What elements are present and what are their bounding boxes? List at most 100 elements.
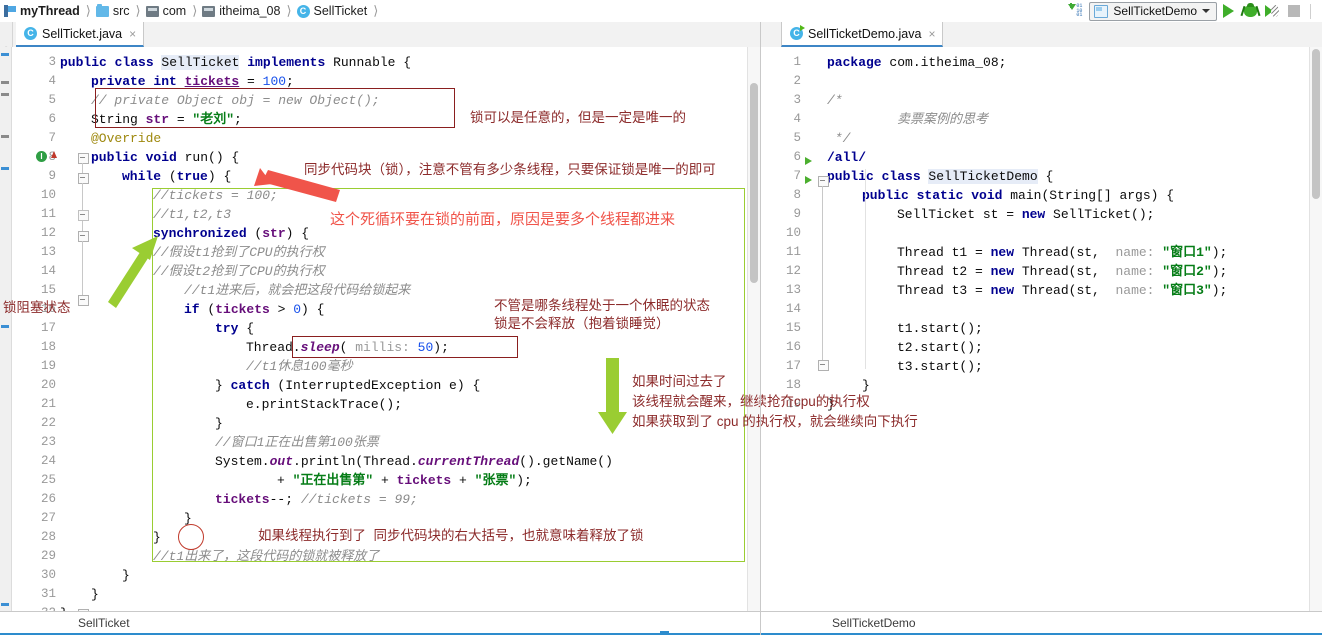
code-line[interactable]: /* [827,91,843,110]
breadcrumb-item-module[interactable]: myThread [4,0,80,22]
editor-split-divider[interactable] [760,22,761,635]
fold-marker[interactable] [78,231,89,242]
java-class-icon: C [24,27,37,40]
code-line[interactable]: public class SellTicketDemo { [827,167,1053,186]
run-class-gutter-icon[interactable] [805,157,812,165]
breadcrumb-item-sellticket[interactable]: C SellTicket [297,0,368,22]
line-number: 1 [793,53,801,72]
marker-strip-left[interactable] [0,47,12,612]
chevron-down-icon[interactable] [1202,9,1210,13]
code-line[interactable]: public void run() { [91,148,239,167]
code-token: new [991,245,1022,260]
run-configuration-selector[interactable]: SellTicketDemo [1089,2,1217,21]
code-token: Thread(st, [1022,283,1108,298]
code-token: implements [247,55,325,70]
stop-icon [1288,5,1300,17]
tab-label: SellTicketDemo.java [808,27,921,41]
code-line[interactable]: t1.start(); [897,319,983,338]
line-number: 31 [41,585,56,604]
line-number: 3 [48,53,56,72]
stop-button[interactable] [1283,0,1305,22]
code-line[interactable]: SellTicket st = new SellTicket(); [897,205,1154,224]
code-line[interactable]: t2.start(); [897,338,983,357]
code-line[interactable]: 卖票案例的思考 [897,110,988,129]
line-number: 11 [41,205,56,224]
code-line[interactable]: package com.itheima_08; [827,53,1006,72]
line-number: 5 [793,129,801,148]
breadcrumb-item-com[interactable]: com [146,0,187,22]
annotation-box-lock-object [95,88,455,128]
scrollbar-thumb[interactable] [1312,49,1320,199]
fold-marker[interactable] [78,295,89,306]
scrollbar-right[interactable] [1309,47,1322,612]
line-number: 24 [41,452,56,471]
code-line[interactable]: public static void main(String[] args) { [862,186,1174,205]
line-number: 20 [41,376,56,395]
code-token: private int [91,74,185,89]
fold-marker[interactable] [818,360,829,371]
tab-sellticketdemo-java[interactable]: C SellTicketDemo.java × [781,22,943,47]
breadcrumb-label: com [163,4,187,18]
code-line[interactable]: @Override [91,129,161,148]
line-number: 23 [41,433,56,452]
code-token: while [122,169,169,184]
fold-marker[interactable] [78,173,89,184]
download-icon[interactable]: 011001 [1067,3,1083,19]
code-token: ); [1212,264,1228,279]
run-with-coverage-button[interactable] [1261,0,1283,22]
fold-marker[interactable] [818,176,829,187]
line-number: 15 [786,319,801,338]
code-line[interactable]: /all/ [827,148,866,167]
code-token: SellTicket(); [1053,207,1154,222]
code-line[interactable]: public class SellTicket implements Runna… [60,53,411,72]
scrollbar-left[interactable] [747,47,760,612]
run-button[interactable] [1217,0,1239,22]
line-number: 17 [41,319,56,338]
annotation-sleeping-thread-note: 不管是哪条线程处于一个休眠的状态 [494,294,710,314]
code-token: public void [91,150,185,165]
close-icon[interactable]: × [928,27,935,41]
tab-sellticket-java[interactable]: C SellTicket.java × [16,22,144,47]
bug-icon [1244,5,1257,17]
code-line[interactable]: } [91,585,99,604]
code-token: = [239,74,262,89]
package-icon [202,6,215,17]
code-line[interactable]: Thread t2 = new Thread(st, name: "窗口2"); [897,262,1227,281]
close-icon[interactable]: × [129,27,136,41]
gutter-left[interactable]: 3456789101112131415161718192021222324252… [12,47,56,612]
code-token: package [827,55,889,70]
code-line[interactable]: Thread t1 = new Thread(st, name: "窗口1"); [897,243,1227,262]
annotation-lock-not-released-note: 锁是不会释放（抱着锁睡觉） [494,312,670,332]
code-token: public static void [862,188,1010,203]
debug-button[interactable] [1239,0,1261,22]
breadcrumb-label: SellTicket [314,4,368,18]
annotation-time-elapsed-note: 如果时间过去了 [632,370,727,390]
line-number: 13 [786,281,801,300]
fold-marker[interactable] [78,153,89,164]
status-right-class[interactable]: SellTicketDemo [832,616,916,630]
run-method-gutter-icon[interactable] [805,176,812,184]
annotation-circle-closing-brace [178,524,204,550]
code-token: ); [1212,283,1228,298]
breadcrumb-item-src[interactable]: src [96,0,130,22]
code-line[interactable]: Thread t3 = new Thread(st, name: "窗口3"); [897,281,1227,300]
scrollbar-thumb[interactable] [750,83,758,283]
breadcrumb-item-itheima08[interactable]: itheima_08 [202,0,280,22]
annotation-box-sleep [292,336,518,358]
annotation-sync-block-note: 同步代码块（锁），注意不管有多少条线程，只要保证锁是唯一的即可 [304,158,716,178]
code-line[interactable]: */ [827,129,850,148]
line-number: 14 [41,262,56,281]
line-number: 4 [48,72,56,91]
override-arrow-icon [51,151,57,158]
editor-pane-right[interactable]: 12345678910111213141516171819 package co… [761,47,1322,612]
implemented-method-icon[interactable]: I [36,151,47,162]
code-line[interactable]: while (true) { [122,167,231,186]
gutter-right[interactable]: 12345678910111213141516171819 [761,47,801,612]
fold-marker[interactable] [78,210,89,221]
code-line[interactable]: } [122,566,130,585]
code-area-right[interactable]: package com.itheima_08; /* 卖票案例的思考 *//all/… [827,47,1322,612]
line-number: 14 [786,300,801,319]
code-token: Runnable { [325,55,411,70]
status-left-class[interactable]: SellTicket [78,616,130,630]
code-line[interactable]: t3.start(); [897,357,983,376]
